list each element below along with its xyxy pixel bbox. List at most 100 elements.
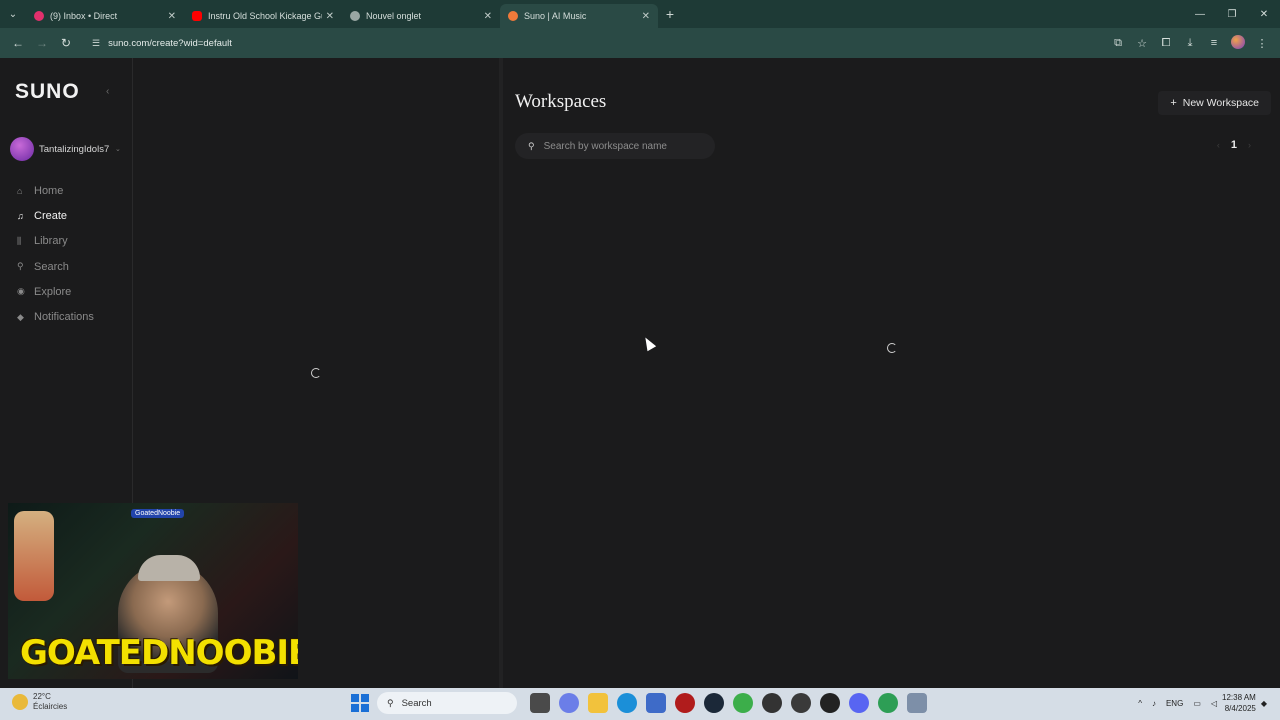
sidebar-item-home[interactable]: ⌂ Home <box>17 178 94 203</box>
close-tab-icon[interactable]: ✕ <box>168 11 176 22</box>
instagram-favicon-icon <box>34 11 44 21</box>
new-tab-icon[interactable]: + <box>658 6 682 22</box>
browser-tab-active[interactable]: Suno | AI Music ✕ <box>500 4 658 28</box>
weather-widget[interactable]: 22°C Éclaircies <box>12 692 67 712</box>
new-workspace-label: New Workspace <box>1182 97 1259 109</box>
sidebar-item-label: Search <box>34 260 69 273</box>
bookmark-star-icon[interactable]: ☆ <box>1130 37 1154 50</box>
copilot-icon[interactable] <box>558 693 579 713</box>
webcam-tag: GoatedNoobie <box>131 509 185 518</box>
extensions-icon[interactable]: ⧠ <box>1154 37 1178 50</box>
workspaces-pane: Workspaces + New Workspace ⚲ Search by w… <box>503 58 1280 688</box>
tab-title: Nouvel onglet <box>366 11 422 21</box>
music-note-icon: ♫ <box>17 210 24 221</box>
weather-sun-icon <box>12 694 28 710</box>
sidebar-item-notifications[interactable]: ◆ Notifications <box>17 304 94 329</box>
windows-start-icon[interactable] <box>351 694 369 712</box>
network-icon[interactable]: ▭ <box>1193 699 1201 708</box>
minimize-icon[interactable]: — <box>1184 0 1216 28</box>
translate-icon[interactable]: ⧉ <box>1106 37 1130 50</box>
discord-icon[interactable] <box>848 693 869 713</box>
collapse-sidebar-icon[interactable]: ‹ <box>106 86 109 97</box>
tab-search-menu[interactable]: ⌄ <box>0 0 26 28</box>
browser-tab-bar: ⌄ (9) Inbox • Direct ✕ Instru Old School… <box>0 0 1280 28</box>
app-dark-icon[interactable] <box>761 693 782 713</box>
clock[interactable]: 12:38 AM 8/4/2025 <box>1222 692 1256 714</box>
bell-icon: ◆ <box>17 311 24 322</box>
media-player-icon[interactable] <box>819 693 840 713</box>
task-view-icon[interactable] <box>529 693 550 713</box>
weather-temp: 22°C <box>33 692 51 701</box>
search-icon: ⚲ <box>17 261 24 272</box>
microphone-icon[interactable]: ♪ <box>1152 699 1156 708</box>
sidebar-item-search[interactable]: ⚲ Search <box>17 254 94 279</box>
chevron-down-icon: ⌄ <box>115 146 121 153</box>
search-icon: ⚲ <box>528 140 535 151</box>
next-page-icon[interactable]: › <box>1248 140 1251 150</box>
restore-icon[interactable]: ❐ <box>1216 0 1248 28</box>
cap-image <box>138 555 200 581</box>
sidebar-item-label: Home <box>34 184 64 197</box>
suno-logo[interactable]: SUNO <box>15 80 80 104</box>
url-bar[interactable]: ☰ suno.com/create?wid=default <box>84 32 1084 54</box>
browser-menu-icon[interactable]: ⋮ <box>1250 37 1274 50</box>
file-explorer-icon[interactable] <box>587 693 608 713</box>
weather-desc: Éclaircies <box>33 702 68 711</box>
username: TantalizingIdols7 <box>39 143 110 155</box>
close-tab-icon[interactable]: ✕ <box>484 11 492 22</box>
media-controls-icon[interactable]: ≡ <box>1202 37 1226 49</box>
edge-icon[interactable] <box>616 693 637 713</box>
avatar <box>10 137 34 161</box>
tray-overflow-icon[interactable]: ^ <box>1138 699 1142 708</box>
volume-icon[interactable]: ◁ <box>1211 699 1217 708</box>
sidebar-item-explore[interactable]: ◉ Explore <box>17 279 94 304</box>
store-icon[interactable] <box>645 693 666 713</box>
clock-time: 12:38 AM <box>1222 693 1256 702</box>
page-number[interactable]: 1 <box>1231 139 1237 151</box>
webcam-brand-logo: GOATEDNOOBIE <box>20 633 298 673</box>
user-menu[interactable]: TantalizingIdols7 ⌄ <box>10 137 130 161</box>
pagination: ‹ 1 › <box>1206 139 1262 151</box>
sidebar-item-create[interactable]: ♫ Create <box>17 203 94 228</box>
taskbar-search[interactable]: ⚲ Search <box>377 692 517 714</box>
prev-page-icon[interactable]: ‹ <box>1217 140 1220 150</box>
search-icon: ⚲ <box>387 697 394 708</box>
language-indicator[interactable]: ENG <box>1166 699 1183 708</box>
close-tab-icon[interactable]: ✕ <box>326 11 334 22</box>
new-workspace-button[interactable]: + New Workspace <box>1158 91 1271 115</box>
suno-favicon-icon <box>508 11 518 21</box>
close-tab-icon[interactable]: ✕ <box>642 11 650 22</box>
chrome-favicon-icon <box>350 11 360 21</box>
obs-icon[interactable] <box>790 693 811 713</box>
browser-tools: ⧉ ☆ ⧠ ⤓ ≡ ⋮ <box>1106 28 1274 58</box>
sidebar-item-label: Create <box>34 209 68 222</box>
workspace-search-input[interactable]: ⚲ Search by workspace name <box>515 133 715 159</box>
download-icon[interactable]: ⤓ <box>1178 37 1202 50</box>
tab-title: Suno | AI Music <box>524 11 587 21</box>
app-red-icon[interactable] <box>674 693 695 713</box>
figurine-image <box>14 511 54 601</box>
profile-avatar[interactable] <box>1226 34 1250 52</box>
taskbar-search-label: Search <box>401 697 432 709</box>
browser-tab[interactable]: (9) Inbox • Direct ✕ <box>26 4 184 28</box>
chrome-icon[interactable] <box>732 693 753 713</box>
site-info-icon[interactable]: ☰ <box>92 38 100 49</box>
sidebar-item-library[interactable]: ⫼ Library <box>17 229 94 254</box>
plus-icon: + <box>1170 97 1177 109</box>
steam-icon[interactable] <box>703 693 724 713</box>
page-title: Workspaces <box>515 91 607 112</box>
snipping-tool-icon[interactable] <box>906 693 927 713</box>
reload-icon[interactable]: ↻ <box>54 36 78 50</box>
loading-spinner-icon <box>887 343 897 353</box>
webcam-overlay: GoatedNoobie GOATEDNOOBIE <box>8 503 298 679</box>
browser-tab[interactable]: Nouvel onglet ✕ <box>342 4 500 28</box>
taskbar: 22°C Éclaircies ⚲ Search ^ ♪ ENG ▭ ◁ 12:… <box>0 688 1280 720</box>
notification-bell-icon[interactable]: ◆ <box>1261 699 1267 708</box>
back-icon[interactable]: ← <box>6 36 30 50</box>
forward-icon[interactable]: → <box>30 36 54 50</box>
chrome-profile-icon[interactable] <box>877 693 898 713</box>
sidebar-item-label: Library <box>34 235 68 248</box>
browser-tab[interactable]: Instru Old School Kickage Guit ✕ <box>184 4 342 28</box>
address-toolbar: ← → ↻ ☰ suno.com/create?wid=default ⧉ ☆ … <box>0 28 1280 58</box>
close-window-icon[interactable]: ✕ <box>1248 0 1280 28</box>
